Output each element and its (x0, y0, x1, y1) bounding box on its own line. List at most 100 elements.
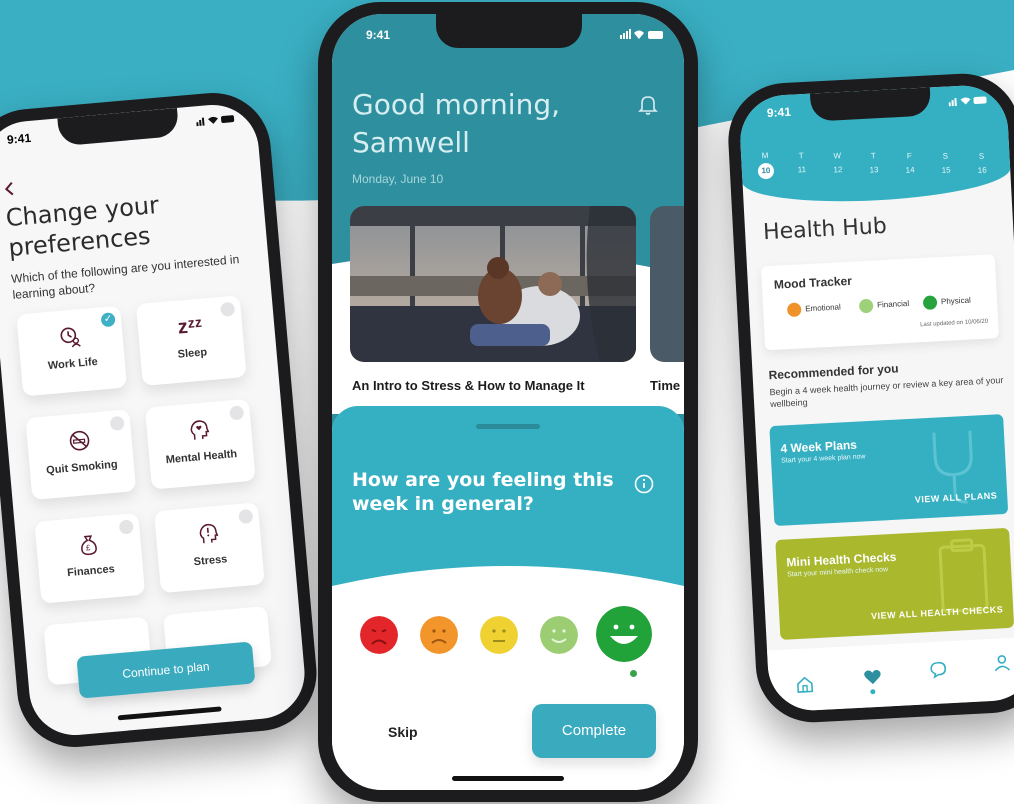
page-title: Health Hub (762, 213, 888, 246)
day-number: 11 (797, 164, 807, 175)
bottom-tab-bar (767, 636, 1014, 713)
status-icons (948, 94, 989, 109)
tile-label: Mental Health (165, 448, 238, 467)
day-number: 10 (757, 162, 775, 180)
mood-tracker-card[interactable]: Mood Tracker Emotional Financial Physica… (760, 254, 1000, 351)
day-sunday[interactable]: S 16 (969, 150, 994, 176)
tile-finances[interactable]: £ Finances (34, 512, 146, 604)
day-letter: T (798, 151, 804, 161)
phone-preferences: 9:41 Change your preferences Which of th… (0, 88, 322, 752)
big-smile-face-icon[interactable] (596, 606, 652, 662)
tile-stress[interactable]: Stress (154, 502, 265, 594)
last-updated: Last updated on 10/06/20 (920, 318, 989, 329)
skip-button[interactable]: Skip (388, 724, 418, 740)
view-all-health-checks-link[interactable]: VIEW ALL HEALTH CHECKS (871, 604, 1004, 621)
sad-face-icon[interactable] (420, 616, 458, 654)
neutral-face-icon[interactable] (480, 616, 518, 654)
mood-label: Financial (876, 298, 910, 310)
day-number: 16 (977, 165, 987, 175)
tile-label: Finances (66, 563, 116, 580)
page-title: Change your preferences (4, 190, 161, 263)
article-image-next[interactable] (650, 206, 684, 362)
complete-button[interactable]: Complete (532, 704, 656, 758)
day-letter: S (978, 151, 985, 161)
bell-icon (638, 96, 658, 115)
mini-health-checks-card[interactable]: Mini Health Checks Start your mini healt… (775, 527, 1014, 640)
article-title[interactable]: An Intro to Stress & How to Manage It (352, 378, 585, 393)
svg-text:£: £ (86, 543, 92, 552)
status-icons (620, 28, 664, 43)
active-tab-indicator (870, 689, 876, 695)
back-arrow-icon (4, 181, 14, 196)
phone-mood-checkin: 9:41 Good morning, Samwell Monday, June … (318, 2, 698, 802)
sheet-wave (332, 566, 684, 606)
date-label: Monday, June 10 (352, 172, 444, 186)
tile-label: Quit Smoking (45, 458, 119, 477)
day-letter: W (833, 151, 842, 161)
health-hub-screen: 9:41 M 10 T 11 W 12 T 13 F 14 S 15 S 16 Health … (738, 83, 1014, 713)
day-saturday[interactable]: S 15 (933, 150, 958, 176)
notifications-button[interactable] (638, 94, 658, 116)
status-time: 9:41 (766, 104, 792, 120)
recommended-title: Recommended for you (768, 361, 899, 383)
tile-mental-health[interactable]: Mental Health (144, 398, 256, 490)
day-wednesday[interactable]: W 12 (825, 150, 850, 176)
day-number: 13 (869, 165, 879, 175)
mood-dot (786, 302, 802, 318)
day-letter: S (942, 151, 949, 161)
mood-label: Physical (940, 295, 972, 307)
article-title-next[interactable]: Time (650, 378, 680, 393)
tile-sleep[interactable]: zᶻᶻ Sleep (135, 295, 247, 386)
mood-bottom-sheet: How are you feeling this week in general… (332, 406, 684, 790)
phone-notch (436, 14, 582, 48)
back-button[interactable] (3, 180, 17, 202)
home-screen: 9:41 Good morning, Samwell Monday, June … (332, 14, 684, 790)
home-icon[interactable] (794, 674, 815, 695)
very-sad-face-icon[interactable] (360, 616, 398, 654)
phone-notch (57, 107, 180, 147)
chat-icon[interactable] (928, 659, 949, 680)
day-letter: F (906, 151, 913, 161)
card-title: 4 Week Plans (780, 437, 858, 456)
signal-wifi-battery-icon (196, 115, 235, 127)
mood-item-emotional: Emotional (786, 300, 841, 318)
profile-icon[interactable] (991, 652, 1012, 673)
mood-dot (858, 298, 874, 314)
day-letter: T (870, 151, 876, 161)
status-icons (196, 113, 237, 129)
drag-handle[interactable] (476, 424, 540, 429)
day-tuesday[interactable]: T 11 (789, 150, 814, 176)
selected-indicator (630, 670, 637, 677)
info-button[interactable] (634, 474, 654, 494)
day-monday[interactable]: M 10 (753, 149, 778, 180)
status-time: 9:41 (366, 28, 391, 42)
mood-dot (922, 295, 938, 311)
mood-label: Emotional (804, 302, 841, 314)
day-letter: M (761, 150, 769, 161)
signal-wifi-battery-icon (620, 29, 663, 39)
tile-work-life[interactable]: Work Life ✓ (16, 305, 128, 397)
day-friday[interactable]: F 14 (897, 150, 922, 176)
home-indicator (452, 776, 564, 781)
day-thursday[interactable]: T 13 (861, 150, 886, 176)
day-number: 15 (941, 165, 951, 175)
status-time: 9:41 (6, 130, 32, 147)
day-number: 14 (905, 165, 915, 175)
info-icon (634, 474, 654, 494)
home-indicator (117, 706, 222, 721)
woman-with-dog-photo (350, 206, 636, 362)
signal-wifi-battery-icon (948, 96, 987, 107)
mood-item-financial: Financial (858, 297, 910, 314)
tile-label: Work Life (47, 355, 99, 373)
phone-health-hub: 9:41 M 10 T 11 W 12 T 13 F 14 S 15 S 16 Health … (725, 70, 1014, 726)
mood-item-physical: Physical (922, 294, 972, 311)
tile-quit-smoking[interactable]: Quit Smoking (25, 409, 137, 501)
article-image[interactable] (350, 206, 636, 362)
greeting: Good morning, Samwell (352, 88, 561, 159)
mood-tracker-title: Mood Tracker (773, 273, 853, 292)
mood-faces (350, 604, 670, 674)
smile-face-icon[interactable] (540, 616, 578, 654)
tile-label: Stress (193, 553, 228, 569)
four-week-plans-card[interactable]: 4 Week Plans Start your 4 week plan now … (769, 414, 1009, 527)
heart-icon[interactable] (862, 667, 883, 688)
